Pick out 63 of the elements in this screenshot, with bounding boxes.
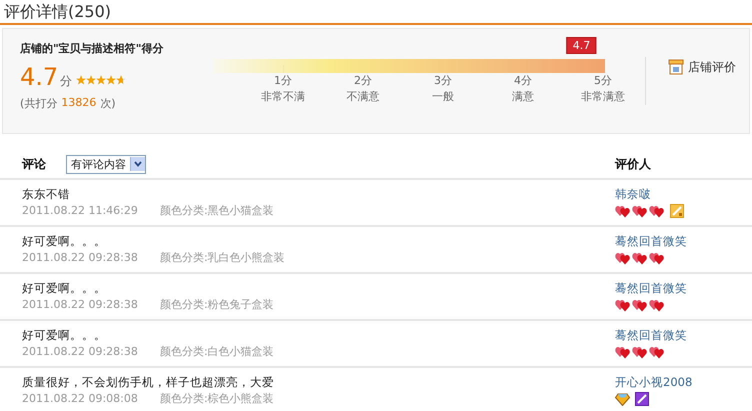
star-icon — [96, 75, 106, 85]
badge-icon — [670, 204, 684, 218]
tick-score: 1分 — [274, 73, 292, 89]
hearts-icon — [649, 346, 664, 358]
column-header: 评价人 — [615, 156, 652, 172]
review-comment: 质量很好，不会划伤手机，样子也超漂亮，大爱 — [22, 374, 275, 391]
reviewer-name[interactable]: 蓦然回首微笑 — [615, 234, 687, 248]
hearts-icon — [615, 204, 630, 218]
diamond-icon — [615, 392, 630, 406]
hearts-icon — [649, 252, 664, 264]
hearts-icon — [615, 346, 630, 358]
product-variant: 颜色分类:黑色小猫盒装 — [160, 203, 274, 219]
star-icon — [116, 75, 126, 85]
tick-score: 4分 — [514, 73, 532, 89]
hearts-icon — [615, 252, 630, 264]
total-suffix: 次) — [100, 96, 116, 111]
product-variant: 颜色分类:粉色兔子盒装 — [160, 297, 274, 313]
tick-score: 3分 — [434, 73, 452, 89]
tick-label: 满意 — [512, 89, 534, 105]
badge-icon — [635, 392, 649, 406]
tick-label: 不满意 — [346, 89, 380, 105]
review-time: 2011.08.22 09:28:38 — [22, 297, 139, 313]
review-time: 2011.08.22 09:28:38 — [22, 344, 139, 360]
tick-label: 非常满意 — [581, 89, 625, 105]
average-score: 4.7 — [20, 64, 58, 90]
tick-score: 2分 — [354, 73, 372, 89]
review-time: 2011.08.22 11:46:29 — [22, 203, 139, 219]
score-unit: 分 — [60, 73, 72, 90]
hearts-icon — [632, 346, 647, 358]
tick-label: 一般 — [432, 89, 454, 105]
review-comment: 好可爱啊。。。 — [22, 280, 107, 297]
column-header: 评论 — [22, 156, 46, 172]
review-time: 2011.08.22 09:28:38 — [22, 250, 139, 266]
hearts-icon — [615, 298, 630, 312]
rating-count: 13826 — [61, 96, 96, 111]
page-title: 评价详情(250) — [3, 1, 112, 22]
shop-icon — [668, 59, 684, 75]
product-variant: 颜色分类:白色小猫盒装 — [160, 344, 274, 360]
review-comment: 东东不错 — [22, 186, 71, 203]
reviewer-name[interactable]: 蓦然回首微笑 — [615, 328, 687, 342]
tick-score: 5分 — [594, 73, 612, 89]
score-heading: 店铺的"宝贝与描述相符"得分 — [20, 41, 164, 56]
tick-label: 非常不满 — [261, 89, 305, 105]
shop-rating-link[interactable]: 店铺评价 — [668, 59, 736, 75]
hearts-icon — [649, 204, 664, 218]
review-comment: 好可爱啊。。。 — [22, 327, 107, 344]
product-variant: 颜色分类:乳白色小熊盒装 — [160, 250, 285, 266]
star-icon — [106, 75, 116, 85]
hearts-icon — [632, 204, 647, 218]
review-comment: 好可爱啊。。。 — [22, 233, 107, 250]
hearts-icon — [649, 298, 664, 312]
filter-dropdown[interactable]: 有评论内容 — [66, 154, 146, 174]
reviewer-name[interactable]: 韩奈啵 — [615, 187, 651, 201]
score-marker: 4.7 — [566, 37, 596, 54]
hearts-icon — [632, 298, 647, 312]
star-icon — [76, 75, 86, 85]
total-label: (共打分 — [20, 96, 58, 111]
reviewer-name[interactable]: 蓦然回首微笑 — [615, 281, 687, 295]
product-variant: 颜色分类:棕色小熊盒装 — [160, 391, 274, 407]
star-icon — [86, 75, 96, 85]
hearts-icon — [632, 252, 647, 264]
reviewer-name[interactable]: 开心小视2008 — [615, 375, 692, 389]
review-time: 2011.08.22 09:08:08 — [22, 391, 139, 407]
